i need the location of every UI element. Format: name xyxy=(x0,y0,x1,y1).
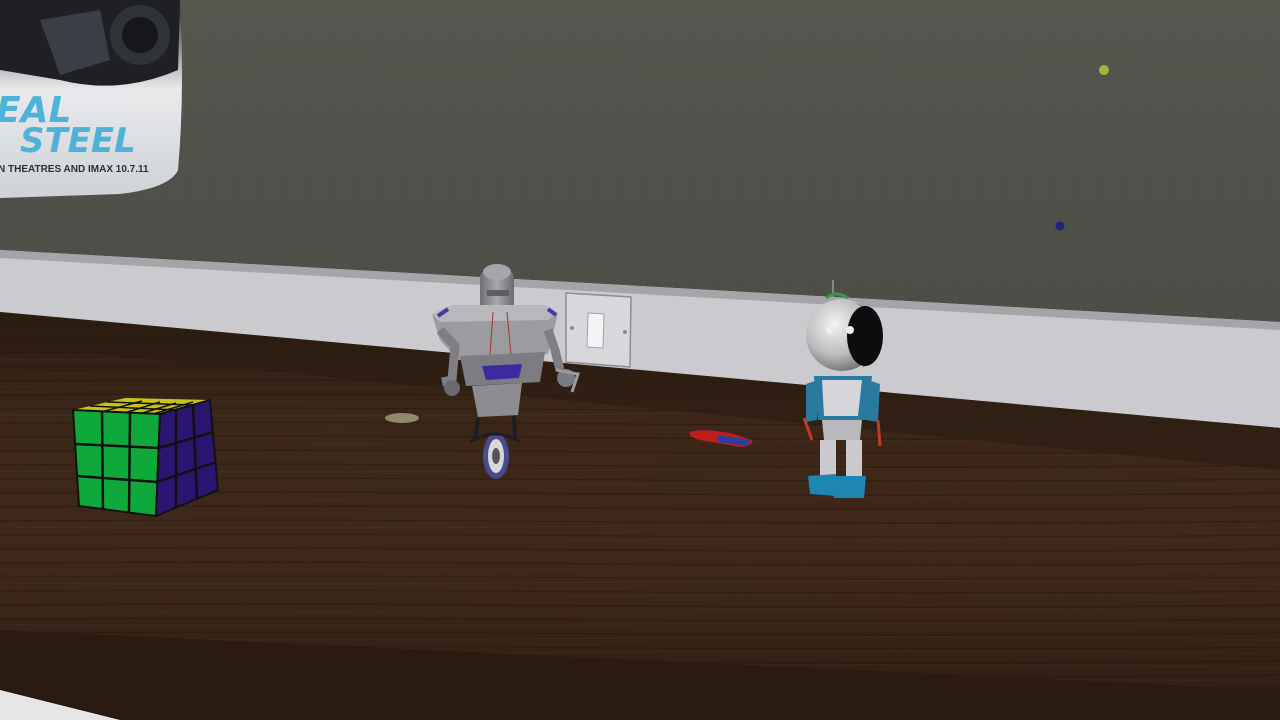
rendered-scene: EAL STEEL N THEATRES AND IMAX 10.7.11 xyxy=(0,0,1280,720)
light-switch xyxy=(565,292,632,368)
yellow-pin xyxy=(1099,65,1109,75)
rubiks-cube xyxy=(71,398,220,518)
poster-tagline: N THEATRES AND IMAX 10.7.11 xyxy=(0,164,149,175)
poster-title-line2: STEEL xyxy=(20,121,136,161)
blue-pin xyxy=(1055,221,1065,231)
coin xyxy=(385,413,419,423)
scene-illustration: EAL STEEL N THEATRES AND IMAX 10.7.11 xyxy=(0,0,1280,720)
